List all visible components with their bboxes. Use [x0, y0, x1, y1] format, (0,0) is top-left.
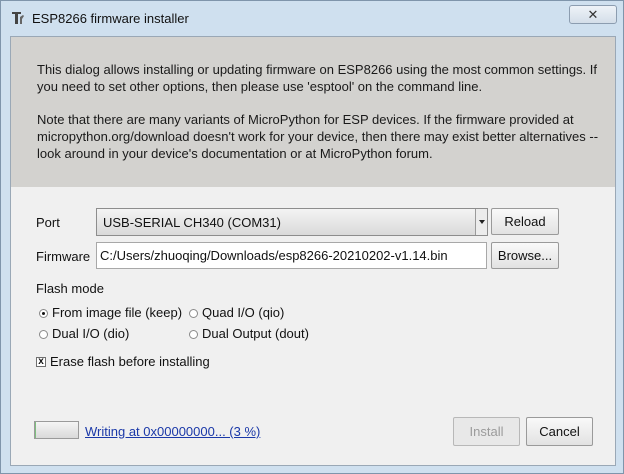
- port-select[interactable]: USB-SERIAL CH340 (COM31): [96, 208, 488, 236]
- info-paragraph-2: Note that there are many variants of Mic…: [37, 112, 599, 161]
- close-button[interactable]: ✕: [569, 5, 617, 24]
- progress-fill: [35, 422, 37, 438]
- title-bar[interactable]: ESP8266 firmware installer ✕: [1, 1, 623, 35]
- reload-button[interactable]: Reload: [491, 208, 559, 235]
- progress-bar: [34, 421, 79, 439]
- info-panel: This dialog allows installing or updatin…: [11, 37, 615, 187]
- dialog-body: This dialog allows installing or updatin…: [10, 36, 616, 466]
- erase-flash-label[interactable]: Erase flash before installing: [50, 354, 210, 369]
- radio-qio[interactable]: [189, 309, 198, 318]
- radio-keep[interactable]: [39, 309, 48, 318]
- browse-button[interactable]: Browse...: [491, 242, 559, 269]
- wrench-tool-icon: [10, 10, 26, 26]
- radio-dout[interactable]: [189, 330, 198, 339]
- port-selected-value: USB-SERIAL CH340 (COM31): [103, 215, 281, 230]
- window-title: ESP8266 firmware installer: [32, 11, 189, 26]
- radio-dio[interactable]: [39, 330, 48, 339]
- erase-flash-checkbox[interactable]: x: [36, 357, 46, 367]
- radio-qio-label[interactable]: Quad I/O (qio): [202, 305, 284, 320]
- cancel-button[interactable]: Cancel: [526, 417, 593, 446]
- firmware-path-field[interactable]: [96, 242, 487, 269]
- flash-mode-label: Flash mode: [36, 281, 104, 296]
- firmware-label: Firmware: [36, 249, 91, 264]
- port-label: Port: [36, 215, 60, 230]
- status-link[interactable]: Writing at 0x00000000... (3 %): [85, 424, 260, 439]
- radio-dout-label[interactable]: Dual Output (dout): [202, 326, 309, 341]
- firmware-path-input[interactable]: [97, 243, 486, 268]
- chevron-down-icon[interactable]: [475, 209, 487, 235]
- radio-keep-label[interactable]: From image file (keep): [52, 305, 182, 320]
- radio-dio-label[interactable]: Dual I/O (dio): [52, 326, 129, 341]
- install-button[interactable]: Install: [453, 417, 520, 446]
- info-paragraph-1: This dialog allows installing or updatin…: [37, 62, 598, 94]
- close-icon: ✕: [587, 6, 599, 22]
- installer-window: ESP8266 firmware installer ✕ This dialog…: [0, 0, 624, 474]
